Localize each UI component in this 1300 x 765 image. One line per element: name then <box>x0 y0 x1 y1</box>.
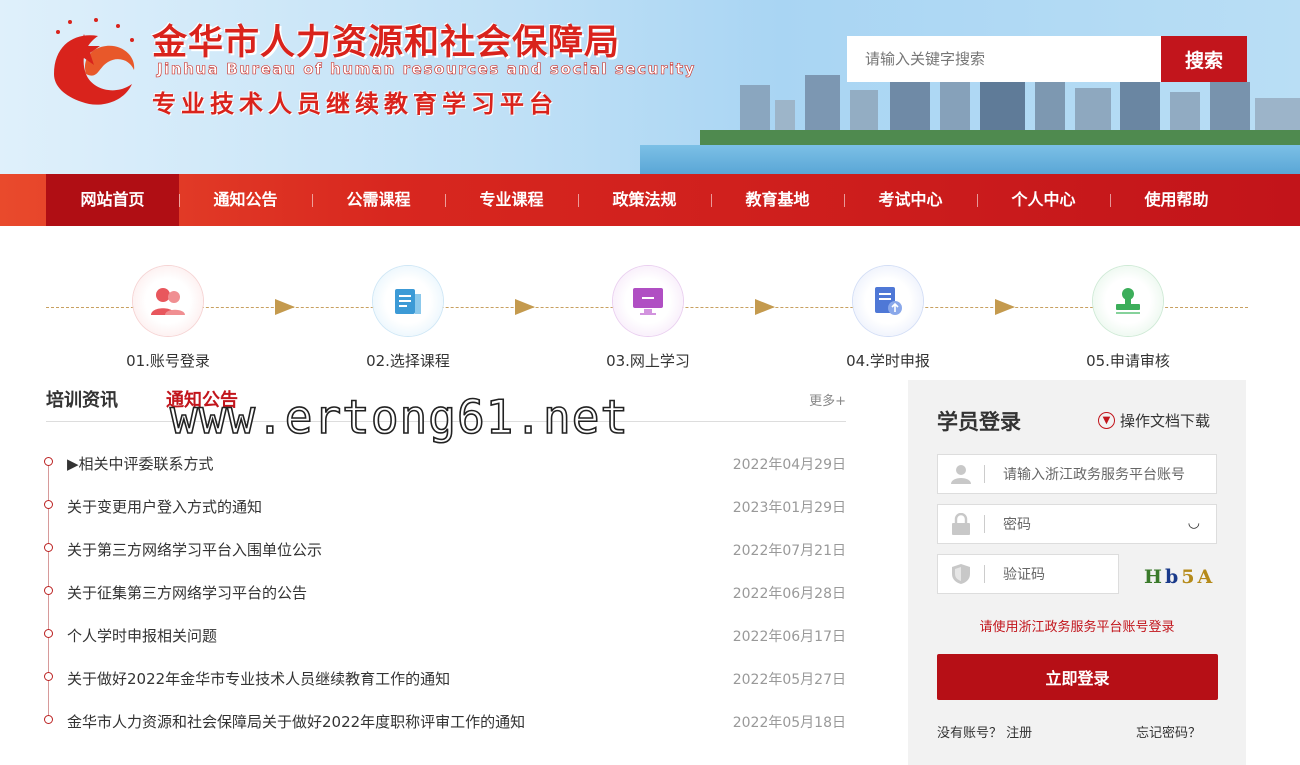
list-item[interactable]: 关于做好2022年金华市专业技术人员继续教育工作的通知 2022年05月27日 <box>44 657 846 700</box>
list-item[interactable]: 个人学时申报相关问题 2022年06月17日 <box>44 614 846 657</box>
register-link[interactable]: 没有账号？ 注册 <box>937 722 1032 741</box>
captcha-placeholder: 验证码 <box>1003 567 1045 583</box>
step-label: 05.申请审核 <box>1086 352 1170 370</box>
timeline-dot-icon <box>44 457 53 466</box>
nav-item-public-courses[interactable]: 公需课程 <box>312 174 445 226</box>
password-field[interactable]: 密码 ◡ <box>937 504 1217 544</box>
more-link[interactable]: 更多+ <box>809 390 846 409</box>
notice-title[interactable]: 金华市人力资源和社会保障局关于做好2022年度职称评审工作的通知 <box>67 711 525 732</box>
shield-icon <box>938 554 984 594</box>
user-login-icon <box>133 266 203 336</box>
step-apply-audit: 05.申请审核 <box>1058 266 1198 371</box>
bureau-logo-icon <box>54 18 135 105</box>
notice-title[interactable]: 关于变更用户登入方式的通知 <box>67 496 262 517</box>
step-label: 01.账号登录 <box>126 352 210 370</box>
captcha-text: 5A <box>1181 566 1216 588</box>
news-tabs: 培训资讯 通知公告 更多+ www.ertong61.net <box>46 382 846 445</box>
step-online-study: 03.网上学习 <box>578 266 718 371</box>
nav-item-notices[interactable]: 通知公告 <box>179 174 312 226</box>
nav-item-personal-center[interactable]: 个人中心 <box>977 174 1110 226</box>
forget-password-link[interactable]: 忘记密码？ <box>1136 722 1201 741</box>
nav-item-education-base[interactable]: 教育基地 <box>711 174 844 226</box>
list-item[interactable]: ▶相关中评委联系方式 2022年04月29日 <box>44 442 846 485</box>
eye-closed-icon[interactable]: ◡ <box>1188 515 1200 531</box>
nav-item-professional-courses[interactable]: 专业课程 <box>445 174 578 226</box>
field-divider <box>984 465 985 483</box>
step-label: 03.网上学习 <box>606 352 690 370</box>
timeline-dot-icon <box>44 715 53 724</box>
hours-report-icon <box>853 266 923 336</box>
notice-date: 2022年07月21日 <box>732 542 846 559</box>
notice-title[interactable]: 关于做好2022年金华市专业技术人员继续教育工作的通知 <box>67 668 450 689</box>
notice-title[interactable]: 关于第三方网络学习平台入围单位公示 <box>67 539 322 560</box>
online-study-icon <box>613 266 683 336</box>
notice-date: 2022年06月28日 <box>732 585 846 602</box>
step-label: 02.选择课程 <box>366 352 450 370</box>
tab-notices[interactable]: 通知公告 <box>166 386 238 412</box>
site-subtitle: 专业技术人员继续教育学习平台 <box>152 90 558 118</box>
field-divider <box>984 565 985 583</box>
header-banner: 金华市人力资源和社会保障局 Jinhua Bureau of human res… <box>0 0 1300 174</box>
step-arrow-icon <box>755 299 775 315</box>
search-input[interactable] <box>847 36 1161 82</box>
notice-date: 2022年06月17日 <box>732 628 846 645</box>
step-arrow-icon <box>995 299 1015 315</box>
river-strip <box>640 145 1300 174</box>
login-title: 学员登录 <box>937 410 1021 434</box>
step-account-login: 01.账号登录 <box>98 266 238 371</box>
notice-date: 2022年05月27日 <box>732 671 846 688</box>
list-item[interactable]: 关于征集第三方网络学习平台的公告 2022年06月28日 <box>44 571 846 614</box>
download-docs-link[interactable]: ▼ 操作文档下载 <box>1098 410 1210 431</box>
main-nav: 网站首页 通知公告 公需课程 专业课程 政策法规 教育基地 考试中心 个人中心 … <box>0 174 1300 226</box>
account-placeholder: 请输入浙江政务服务平台账号 <box>1003 467 1185 483</box>
notice-date: 2022年05月18日 <box>732 714 846 731</box>
nav-item-home[interactable]: 网站首页 <box>46 174 179 226</box>
captcha-field[interactable]: 验证码 <box>937 554 1119 594</box>
list-item[interactable]: 金华市人力资源和社会保障局关于做好2022年度职称评审工作的通知 2022年05月… <box>44 700 846 743</box>
notice-date: 2023年01月29日 <box>732 499 846 516</box>
login-panel: 学员登录 ▼ 操作文档下载 请输入浙江政务服务平台账号 密码 ◡ 验证码 Hb5… <box>908 380 1246 765</box>
step-arrow-icon <box>515 299 535 315</box>
account-field[interactable]: 请输入浙江政务服务平台账号 <box>937 454 1217 494</box>
nav-item-help[interactable]: 使用帮助 <box>1110 174 1243 226</box>
timeline-dot-icon <box>44 586 53 595</box>
download-docs-label: 操作文档下载 <box>1120 412 1211 430</box>
captcha-image[interactable]: Hb5A <box>1144 566 1215 588</box>
audit-stamp-icon <box>1093 266 1163 336</box>
search-button[interactable]: 搜索 <box>1161 36 1247 82</box>
step-label: 04.学时申报 <box>846 352 930 370</box>
timeline-dot-icon <box>44 500 53 509</box>
lock-icon <box>938 504 984 544</box>
login-button[interactable]: 立即登录 <box>937 654 1218 700</box>
timeline-dot-icon <box>44 672 53 681</box>
step-hours-report: 04.学时申报 <box>818 266 958 371</box>
notice-title[interactable]: 关于征集第三方网络学习平台的公告 <box>67 582 307 603</box>
notice-list: ▶相关中评委联系方式 2022年04月29日 关于变更用户登入方式的通知 2023年… <box>44 442 846 743</box>
notice-title[interactable]: 个人学时申报相关问题 <box>67 625 217 646</box>
timeline-dot-icon <box>44 629 53 638</box>
site-title-english: Jinhua Bureau of human resources and soc… <box>157 60 696 79</box>
timeline-dot-icon <box>44 543 53 552</box>
field-divider <box>984 515 985 533</box>
news-panel: 培训资讯 通知公告 更多+ www.ertong61.net ▶相关中评委联系方… <box>44 382 846 731</box>
list-item[interactable]: 关于第三方网络学习平台入围单位公示 2022年07月21日 <box>44 528 846 571</box>
login-hint: 请使用浙江政务服务平台账号登录 <box>979 620 1175 635</box>
password-placeholder: 密码 <box>1003 517 1031 533</box>
tab-training-news[interactable]: 培训资讯 <box>46 386 118 412</box>
course-select-icon <box>373 266 443 336</box>
notice-date: 2022年04月29日 <box>732 456 846 473</box>
nav-item-policies[interactable]: 政策法规 <box>578 174 711 226</box>
nav-item-exam-center[interactable]: 考试中心 <box>844 174 977 226</box>
list-item[interactable]: 关于变更用户登入方式的通知 2023年01月29日 <box>44 485 846 528</box>
step-arrow-icon <box>275 299 295 315</box>
download-icon: ▼ <box>1098 412 1115 429</box>
step-select-course: 02.选择课程 <box>338 266 478 371</box>
search-bar: 搜索 <box>847 36 1247 82</box>
process-steps: 01.账号登录 02.选择课程 03.网上学习 04.学时申报 05.申请审核 <box>46 266 1248 376</box>
user-icon <box>938 454 984 494</box>
notice-title[interactable]: ▶相关中评委联系方式 <box>67 453 214 474</box>
site-title: 金华市人力资源和社会保障局 <box>152 22 621 63</box>
watermark-text: www.ertong61.net <box>169 389 630 445</box>
